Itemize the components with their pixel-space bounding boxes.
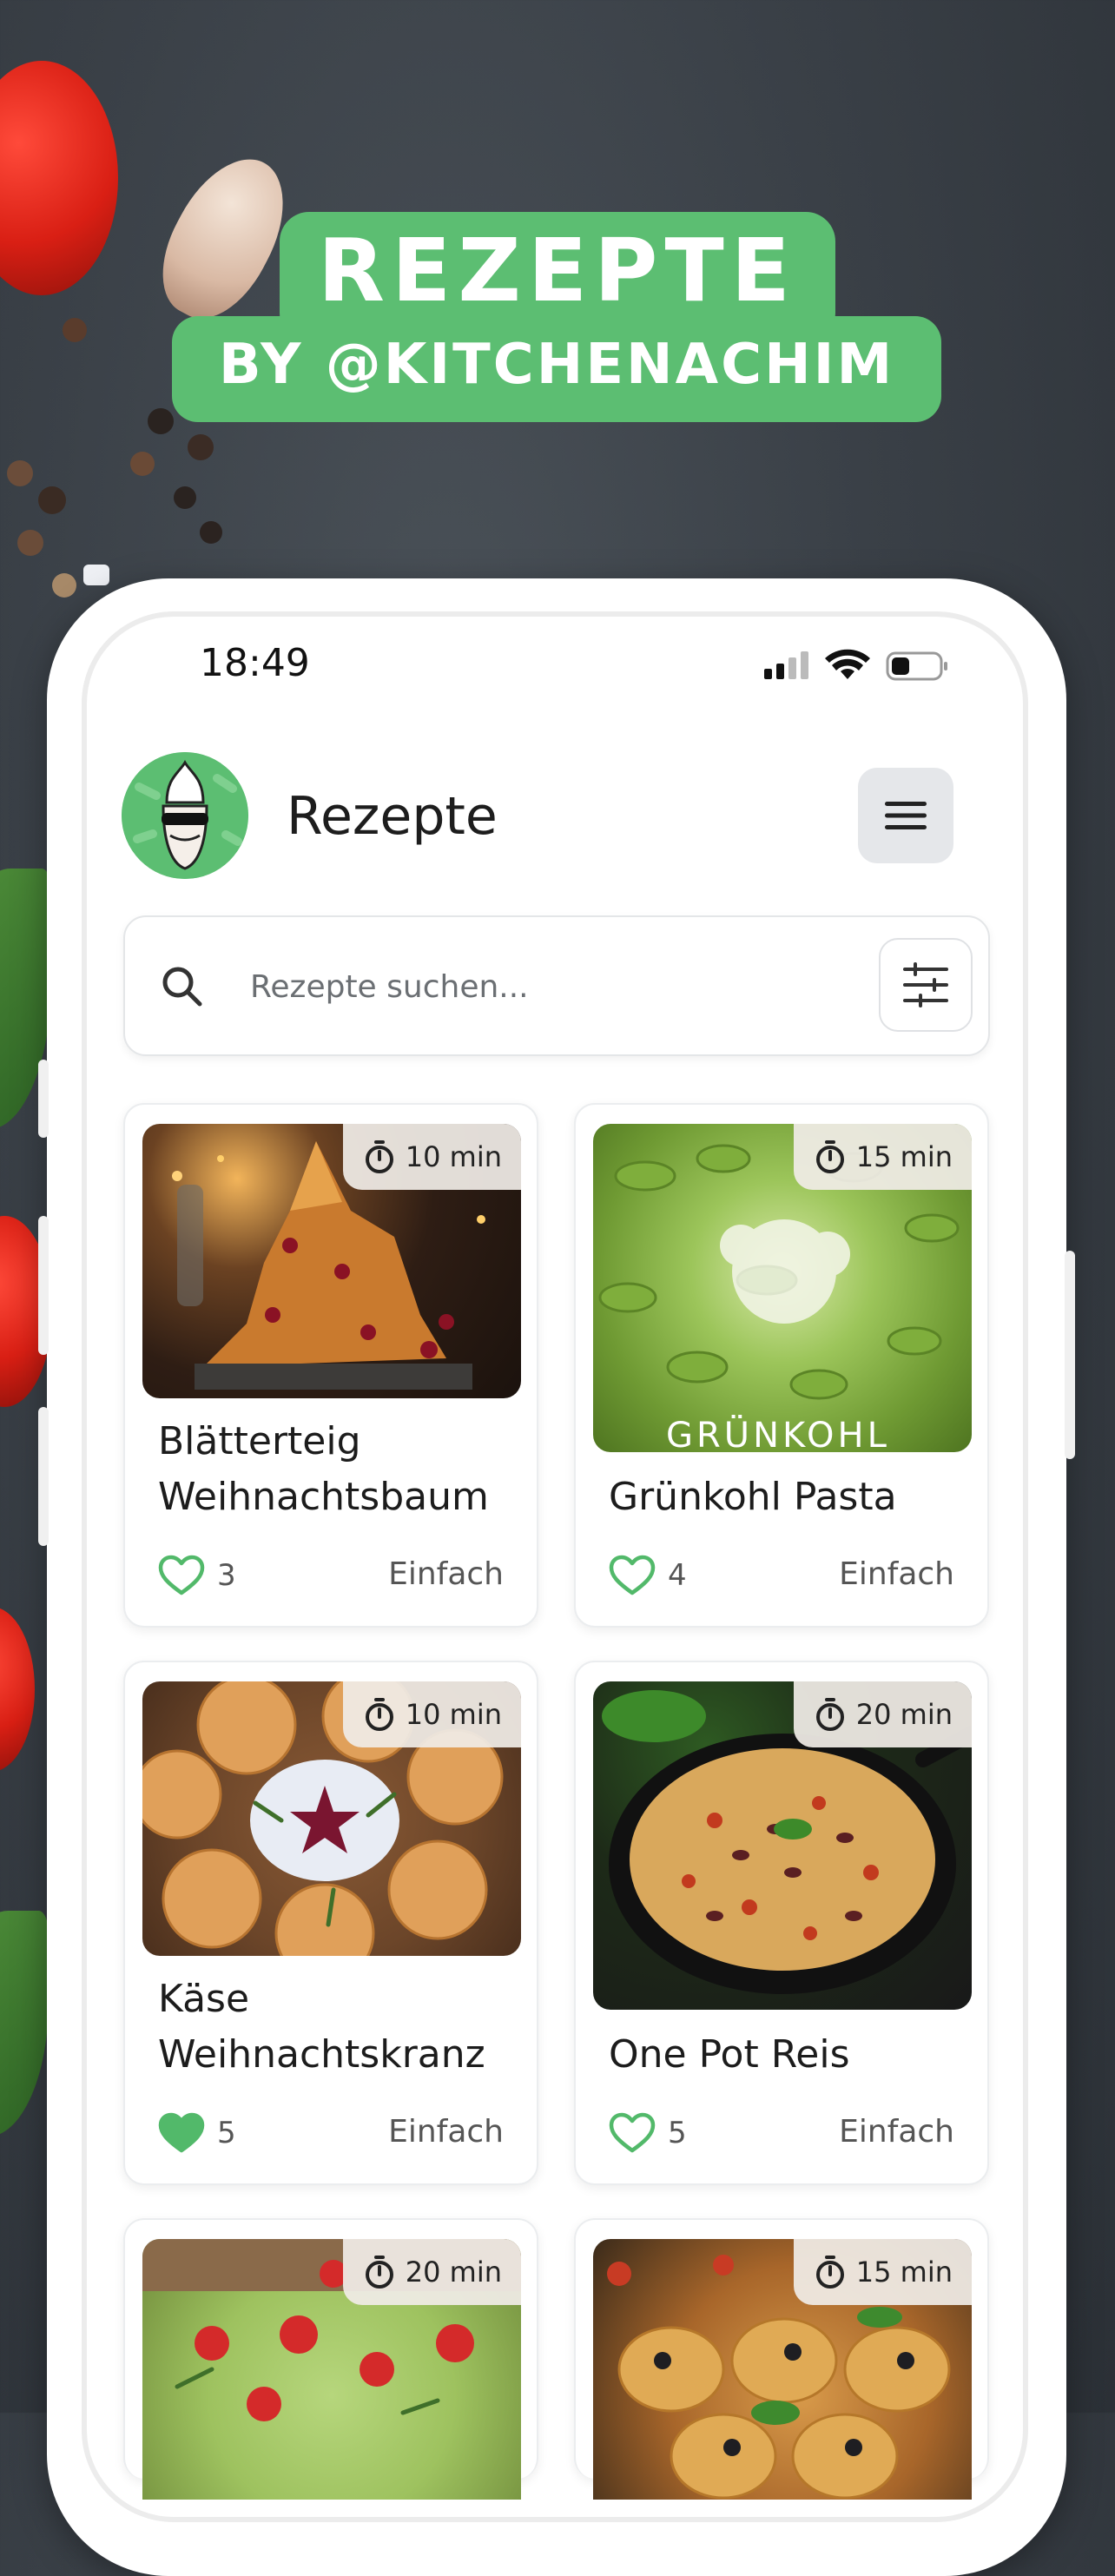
sliders-icon xyxy=(903,962,948,1007)
peppercorn-decor xyxy=(38,486,66,514)
tomato-decor xyxy=(0,1607,35,1772)
difficulty-label: Einfach xyxy=(839,2114,954,2150)
basil-leaf-decor xyxy=(0,1911,49,2137)
prep-time-text: 10 min xyxy=(405,1698,502,1731)
recipe-image: 10 min xyxy=(142,1124,521,1398)
recipe-image: 20 min xyxy=(142,2239,521,2500)
likes-count: 3 xyxy=(217,1558,236,1593)
stopwatch-icon xyxy=(815,2256,844,2289)
recipe-card[interactable]: 15 min xyxy=(574,2218,989,2500)
stopwatch-icon xyxy=(365,2256,393,2289)
chef-avatar-icon xyxy=(122,752,248,879)
peppercorn-decor xyxy=(188,434,214,460)
prep-time-text: 15 min xyxy=(855,1140,953,1173)
peppercorn-decor xyxy=(63,318,87,342)
stopwatch-icon xyxy=(815,1140,844,1173)
recipe-title: Blätterteig Weihnachtsbaum xyxy=(158,1419,489,1519)
prep-time-text: 20 min xyxy=(405,2256,502,2289)
stopwatch-icon xyxy=(365,1140,393,1173)
menu-button[interactable] xyxy=(858,768,953,863)
signal-icon xyxy=(764,651,808,679)
recipe-card[interactable]: 20 min xyxy=(123,2218,538,2500)
recipe-title: One Pot Reis xyxy=(609,2032,850,2077)
prep-time-text: 15 min xyxy=(855,2256,953,2289)
hamburger-menu-icon xyxy=(885,802,927,829)
recipe-image: 10 min xyxy=(142,1681,521,1956)
tomato-decor xyxy=(0,61,118,295)
recipe-image: 15 min xyxy=(593,2239,972,2500)
status-icons xyxy=(761,644,960,691)
banner-subtitle: BY @KITCHENACHIM xyxy=(218,333,895,397)
recipe-card[interactable]: GRÜNKOHL 15 min Grünkohl Pasta 4 Einfach xyxy=(574,1103,989,1628)
status-time: 18:49 xyxy=(200,641,310,685)
salt-decor xyxy=(83,565,109,585)
difficulty-label: Einfach xyxy=(839,1556,954,1592)
recipe-card[interactable]: 20 min One Pot Reis 5 Einfach xyxy=(574,1661,989,2185)
peppercorn-decor xyxy=(200,521,222,544)
prep-time-badge: 15 min xyxy=(793,1124,972,1190)
phone-side-button xyxy=(38,1216,49,1355)
search-input[interactable] xyxy=(248,955,981,1018)
prep-time-badge: 10 min xyxy=(342,1124,521,1190)
heart-outline-icon xyxy=(609,1555,656,1595)
likes-count: 5 xyxy=(217,2116,236,2150)
peppercorn-decor xyxy=(148,408,174,434)
search-bar xyxy=(123,915,990,1056)
likes[interactable]: 4 xyxy=(609,1555,687,1596)
battery-icon xyxy=(886,651,947,681)
search-icon xyxy=(162,967,202,1007)
recipe-card[interactable]: 10 min Käse Weihnachtskranz 5 Einfach xyxy=(123,1661,538,2185)
peppercorn-decor xyxy=(17,530,43,556)
recipe-card[interactable]: 10 min Blätterteig Weihnachtsbaum 3 Einf… xyxy=(123,1103,538,1628)
heart-filled-icon xyxy=(158,2112,205,2153)
likes[interactable]: 3 xyxy=(158,1555,236,1596)
recipe-image: 20 min xyxy=(593,1681,972,2010)
stopwatch-icon xyxy=(365,1698,393,1731)
avatar[interactable] xyxy=(122,752,248,879)
peppercorn-decor xyxy=(130,452,155,476)
difficulty-label: Einfach xyxy=(388,2114,504,2150)
prep-time-badge: 20 min xyxy=(793,1681,972,1747)
phone-side-button xyxy=(38,1060,49,1138)
difficulty-label: Einfach xyxy=(388,1556,504,1592)
page-title: Rezepte xyxy=(287,786,498,847)
peppercorn-decor xyxy=(7,460,33,486)
prep-time-text: 10 min xyxy=(405,1140,502,1173)
recipe-title: Grünkohl Pasta xyxy=(609,1475,897,1519)
heart-outline-icon xyxy=(609,2112,656,2153)
phone-side-button xyxy=(38,1407,49,1546)
likes[interactable]: 5 xyxy=(609,2112,687,2154)
stopwatch-icon xyxy=(815,1698,844,1731)
prep-time-badge: 10 min xyxy=(342,1681,521,1747)
filter-button[interactable] xyxy=(879,938,973,1032)
likes[interactable]: 5 xyxy=(158,2112,236,2154)
phone-side-button xyxy=(1065,1251,1075,1459)
recipe-title: Käse Weihnachtskranz xyxy=(158,1977,485,2077)
recipe-image: GRÜNKOHL 15 min xyxy=(593,1124,972,1452)
wifi-icon xyxy=(825,649,870,679)
heart-outline-icon xyxy=(158,1555,205,1595)
prep-time-text: 20 min xyxy=(855,1698,953,1731)
prep-time-badge: 20 min xyxy=(342,2239,521,2305)
peppercorn-decor xyxy=(52,573,76,598)
likes-count: 4 xyxy=(668,1558,687,1593)
peppercorn-decor xyxy=(174,486,196,509)
banner-title: REZEPTE xyxy=(318,220,797,321)
image-caption: GRÜNKOHL xyxy=(666,1414,890,1452)
prep-time-badge: 15 min xyxy=(793,2239,972,2305)
likes-count: 5 xyxy=(668,2116,687,2150)
